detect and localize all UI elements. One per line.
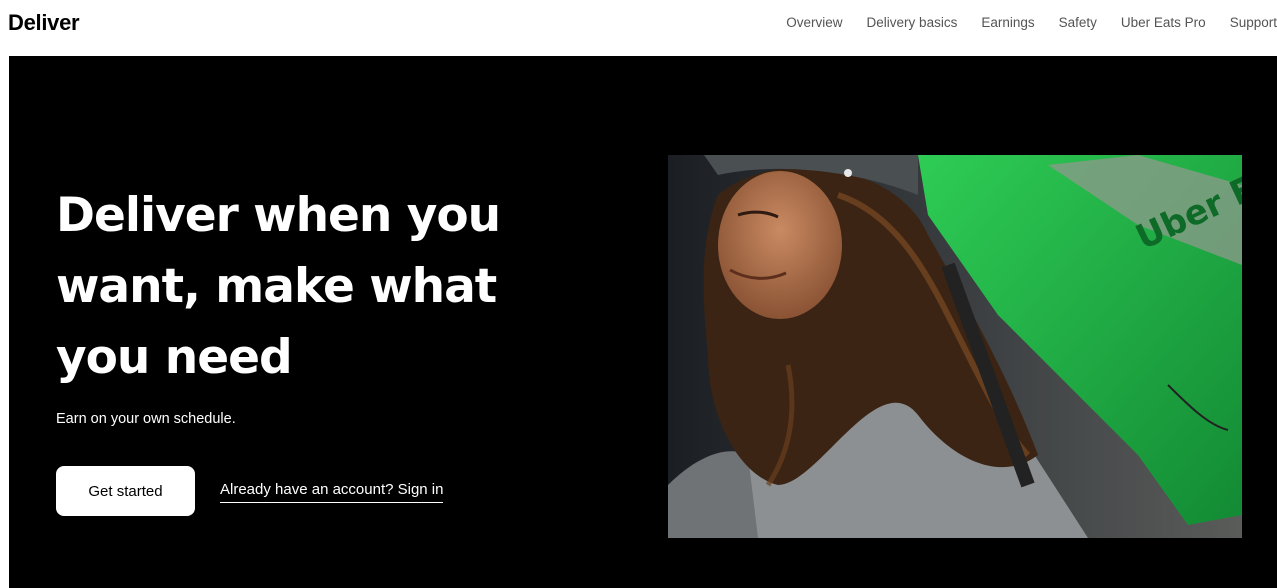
hero-headline: Deliver when you want, make what you nee… [56,188,501,385]
get-started-button[interactable]: Get started [56,466,195,516]
deliver-logo[interactable]: Deliver [8,10,80,36]
main-nav: Overview Delivery basics Earnings Safety… [762,15,1277,30]
nav-link-uber-eats-pro[interactable]: Uber Eats Pro [1121,15,1206,30]
hero-subtitle: Earn on your own schedule. [56,411,236,427]
nav-link-safety[interactable]: Safety [1059,15,1097,30]
top-navigation-bar: Deliver Overview Delivery basics Earning… [0,0,1277,56]
hero-photo-courier: Uber Eats [668,155,1242,538]
nav-link-delivery-basics[interactable]: Delivery basics [867,15,958,30]
courier-illustration: Uber Eats [668,155,1242,538]
nav-link-overview[interactable]: Overview [786,15,842,30]
nav-link-earnings[interactable]: Earnings [981,15,1034,30]
courier-face [718,171,842,319]
hero-section: Deliver when you want, make what you nee… [9,56,1277,588]
sign-in-link[interactable]: Already have an account? Sign in [220,481,444,503]
nav-link-support[interactable]: Support [1230,15,1277,30]
